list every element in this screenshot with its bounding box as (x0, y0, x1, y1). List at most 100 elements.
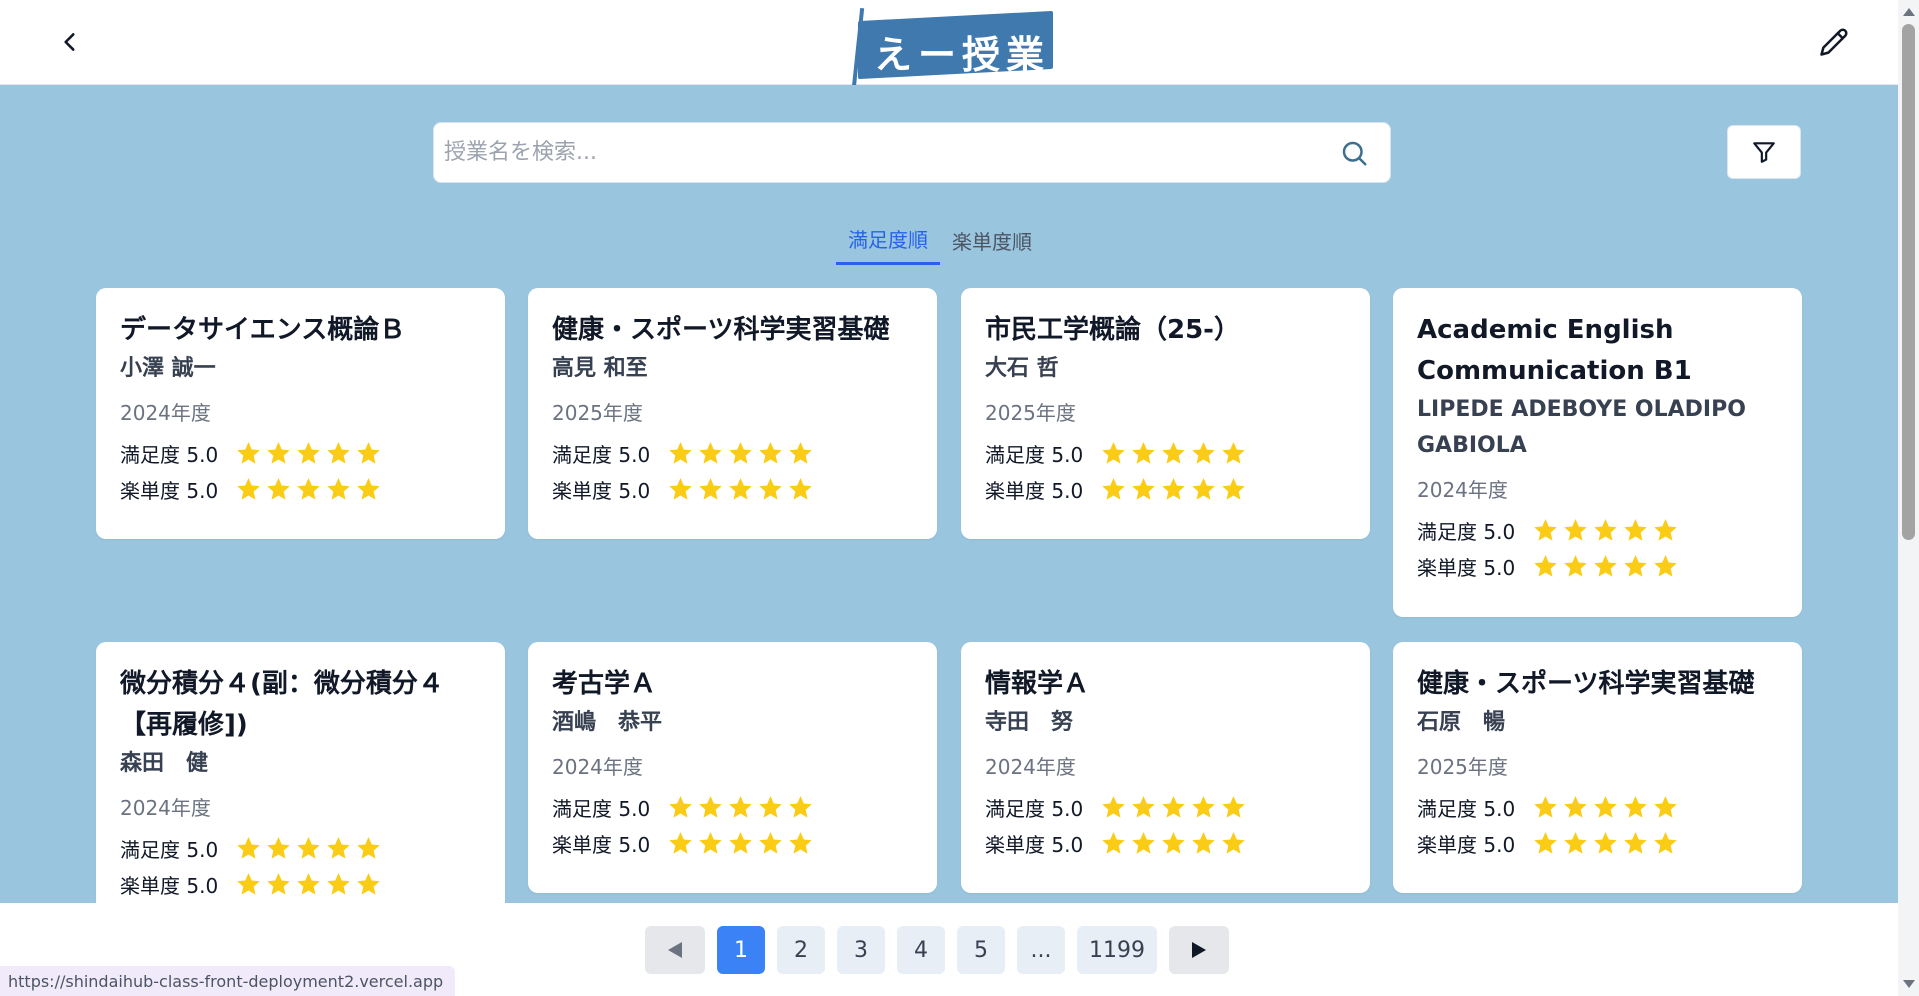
page-button-3[interactable]: 3 (837, 926, 885, 974)
star-icon (669, 441, 692, 464)
star-icon (1162, 795, 1185, 818)
course-year: 2025年度 (552, 401, 643, 425)
app-logo[interactable]: えー授業 (850, 4, 1055, 88)
scrollbar-thumb[interactable] (1902, 24, 1915, 540)
star-icon (1594, 795, 1617, 818)
filter-button[interactable] (1727, 125, 1801, 179)
star-icon (789, 795, 812, 818)
satisfaction-rating-label: 満足度 5.0 (552, 796, 651, 821)
star-icon (237, 477, 260, 500)
star-icon (729, 795, 752, 818)
star-icon (1132, 795, 1155, 818)
satisfaction-stars (1100, 440, 1247, 467)
star-icon (1132, 831, 1155, 854)
satisfaction-rating-label: 満足度 5.0 (985, 442, 1084, 467)
star-icon (1624, 831, 1647, 854)
satisfaction-rating: 満足度 5.0 (985, 789, 1346, 825)
easiness-stars (1532, 553, 1679, 580)
satisfaction-rating: 満足度 5.0 (120, 435, 481, 471)
course-card[interactable]: データサイエンス概論Ｂ 小澤 誠一 2024年度 満足度 5.0 楽単度 5.0 (96, 288, 505, 539)
main-content: 満足度順 楽単度順 データサイエンス概論Ｂ 小澤 誠一 2024年度 満足度 5… (0, 85, 1898, 903)
course-card[interactable]: Academic English Communication B1 LIPEDE… (1393, 288, 1802, 617)
back-button[interactable] (50, 22, 90, 62)
easiness-rating: 楽単度 5.0 (1417, 825, 1778, 861)
star-icon (669, 795, 692, 818)
easiness-rating-label: 楽単度 5.0 (120, 478, 219, 503)
easiness-stars (1532, 830, 1679, 857)
satisfaction-stars (235, 835, 382, 862)
satisfaction-stars (1532, 517, 1679, 544)
star-icon (1222, 795, 1245, 818)
edit-button[interactable] (1814, 22, 1854, 62)
satisfaction-stars (667, 440, 814, 467)
satisfaction-stars (667, 794, 814, 821)
tab-satisfaction-order[interactable]: 満足度順 (836, 215, 940, 265)
page-button-5[interactable]: 5 (957, 926, 1005, 974)
page-button-4[interactable]: 4 (897, 926, 945, 974)
course-title: 市民工学概論（25-） (985, 315, 1240, 345)
star-icon (1534, 795, 1557, 818)
search-input[interactable] (444, 123, 1304, 182)
star-icon (267, 477, 290, 500)
course-year: 2024年度 (120, 401, 211, 425)
course-teacher: LIPEDE ADEBOYE OLADIPO GABIOLA (1417, 397, 1746, 458)
course-teacher: 石原 暢 (1417, 710, 1506, 735)
star-icon (1132, 477, 1155, 500)
easiness-rating: 楽単度 5.0 (1417, 548, 1778, 584)
next-page-button[interactable] (1169, 926, 1229, 974)
satisfaction-rating: 満足度 5.0 (1417, 512, 1778, 548)
course-title: 微分積分４(副：微分積分４【再履修]) (120, 669, 444, 740)
course-card[interactable]: 情報学Ａ 寺田 努 2024年度 満足度 5.0 楽単度 5.0 (961, 642, 1370, 893)
course-card[interactable]: 健康・スポーツ科学実習基礎 高見 和至 2025年度 満足度 5.0 楽単度 5… (528, 288, 937, 539)
star-icon (1102, 441, 1125, 464)
scroll-down-arrow-icon[interactable] (1903, 980, 1915, 988)
course-title: 健康・スポーツ科学実習基礎 (552, 315, 890, 345)
course-year: 2025年度 (1417, 755, 1508, 779)
course-card[interactable]: 微分積分４(副：微分積分４【再履修]) 森田 健 2024年度 満足度 5.0 … (96, 642, 505, 903)
star-icon (1162, 477, 1185, 500)
course-year: 2024年度 (552, 755, 643, 779)
easiness-rating-label: 楽単度 5.0 (120, 873, 219, 898)
star-icon (789, 831, 812, 854)
easiness-rating: 楽単度 5.0 (552, 825, 913, 861)
easiness-rating-label: 楽単度 5.0 (1417, 555, 1516, 580)
course-title: 情報学Ａ (985, 669, 1090, 699)
course-card[interactable]: 健康・スポーツ科学実習基礎 石原 暢 2025年度 満足度 5.0 楽単度 5.… (1393, 642, 1802, 893)
star-icon (699, 831, 722, 854)
star-icon (297, 872, 320, 895)
chevron-left-icon (64, 33, 75, 51)
satisfaction-rating-label: 満足度 5.0 (120, 837, 219, 862)
star-icon (237, 836, 260, 859)
easiness-rating-label: 楽単度 5.0 (1417, 832, 1516, 857)
star-icon (1534, 518, 1557, 541)
star-icon (237, 872, 260, 895)
search-icon[interactable] (1339, 138, 1369, 168)
page-button-last[interactable]: 1199 (1077, 926, 1157, 974)
easiness-rating-label: 楽単度 5.0 (552, 478, 651, 503)
course-year: 2024年度 (120, 796, 211, 820)
star-icon (1594, 831, 1617, 854)
easiness-rating: 楽単度 5.0 (120, 471, 481, 507)
scroll-up-arrow-icon[interactable] (1903, 8, 1915, 16)
course-card[interactable]: 市民工学概論（25-） 大石 哲 2025年度 満足度 5.0 楽単度 5.0 (961, 288, 1370, 539)
star-icon (759, 831, 782, 854)
page-button-1[interactable]: 1 (717, 926, 765, 974)
easiness-stars (667, 830, 814, 857)
satisfaction-stars (1532, 794, 1679, 821)
star-icon (1624, 518, 1647, 541)
star-icon (1162, 831, 1185, 854)
page-scrollbar[interactable] (1898, 0, 1919, 996)
star-icon (327, 477, 350, 500)
satisfaction-stars (1100, 794, 1247, 821)
course-year: 2024年度 (985, 755, 1076, 779)
tab-easiness-order[interactable]: 楽単度順 (940, 215, 1044, 265)
easiness-rating-label: 楽単度 5.0 (985, 832, 1084, 857)
star-icon (729, 441, 752, 464)
page-button-2[interactable]: 2 (777, 926, 825, 974)
star-icon (267, 441, 290, 464)
star-icon (1222, 477, 1245, 500)
search-box (433, 122, 1391, 183)
course-card[interactable]: 考古学Ａ 酒嶋 恭平 2024年度 満足度 5.0 楽単度 5.0 (528, 642, 937, 893)
prev-page-button[interactable] (645, 926, 705, 974)
star-icon (1132, 441, 1155, 464)
